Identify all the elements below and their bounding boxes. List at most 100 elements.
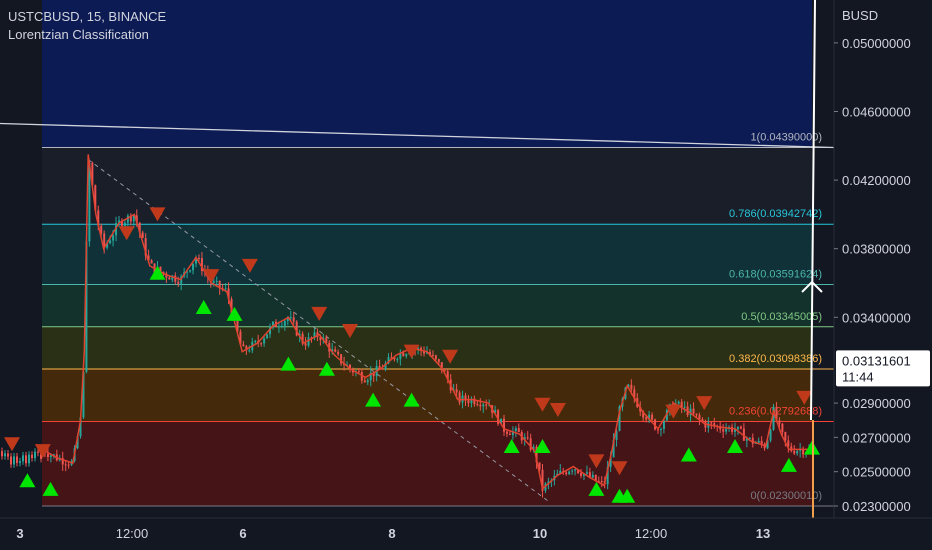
candle-body	[467, 400, 470, 404]
candle-body	[722, 429, 725, 432]
fib-label-0.382: 0.382(0.03098386)	[729, 353, 822, 365]
candle-body	[796, 450, 799, 454]
time-tick-label: 6	[239, 526, 246, 541]
candle-body	[254, 340, 257, 342]
candle-body	[28, 454, 30, 464]
candle-body	[366, 380, 369, 383]
candle-body	[177, 281, 180, 284]
candle-body	[10, 456, 12, 465]
candle-body	[482, 404, 485, 407]
fib-zone-0.236	[42, 421, 812, 506]
candle-body	[34, 451, 36, 459]
candle-body	[283, 320, 286, 326]
candle-body	[662, 420, 665, 429]
price-tick-label: 0.05000000	[842, 36, 911, 51]
candle-body	[568, 471, 571, 475]
candle-body	[263, 338, 266, 344]
fib-label-0: 0(0.02300010)	[750, 490, 822, 502]
candle-body	[725, 428, 728, 432]
symbol-legend: USTCBUSD, 15, BINANCE Lorentzian Classif…	[8, 8, 166, 44]
candle-body	[434, 355, 437, 360]
price-tick-label: 0.03400000	[842, 310, 911, 325]
candle-body	[405, 354, 408, 357]
candle-body	[695, 413, 698, 416]
candle-body	[7, 453, 9, 457]
price-tick-label: 0.02900000	[842, 396, 911, 411]
candle-body	[580, 473, 582, 476]
fib-label-0.618: 0.618(0.03591624)	[729, 268, 822, 280]
candle-body	[16, 456, 18, 463]
candle-body	[67, 464, 70, 466]
candle-body	[13, 456, 15, 465]
candle-body	[292, 317, 295, 322]
candle-body	[731, 426, 734, 432]
fib-label-1: 1(0.04390000)	[750, 132, 822, 144]
candle-body	[574, 469, 577, 471]
candle-body	[683, 406, 686, 408]
candle-body	[381, 368, 384, 370]
candle-body	[736, 426, 739, 430]
candle-body	[514, 428, 517, 432]
candle-body	[337, 351, 340, 355]
price-tick-label: 0.04600000	[842, 104, 911, 119]
candle-body	[508, 433, 511, 435]
candle-body	[517, 428, 520, 433]
time-tick-label: 12:00	[635, 526, 668, 541]
candle-body	[479, 404, 482, 407]
candle-body	[585, 472, 588, 474]
time-tick-label: 13	[756, 526, 770, 541]
candle-body	[781, 423, 784, 433]
candle-body	[212, 281, 215, 283]
candle-body	[277, 326, 280, 328]
candle-body	[748, 437, 751, 439]
candle-body	[334, 349, 337, 352]
candle-body	[476, 404, 479, 406]
candle-body	[266, 334, 269, 339]
candle-body	[757, 440, 760, 443]
candle-body	[630, 384, 633, 390]
chart-root[interactable]: 1(0.04390000) 0.786(0.03942742) 0.618(0.03…	[0, 0, 932, 550]
time-tick-label: 8	[388, 526, 395, 541]
candle-body	[692, 408, 695, 414]
candle-body	[150, 260, 153, 264]
candle-body	[396, 359, 399, 361]
candle-body	[215, 280, 218, 282]
price-tick-label: 0.02700000	[842, 430, 911, 445]
candle-body	[651, 414, 654, 420]
candle-body	[112, 235, 115, 241]
candle-body	[784, 432, 787, 441]
candle-body	[46, 453, 49, 458]
symbol-line[interactable]: USTCBUSD, 15, BINANCE	[8, 8, 166, 26]
countdown-label: 11:44	[842, 369, 874, 384]
candle-body	[168, 277, 171, 280]
candle-body	[790, 446, 793, 451]
fib-zone-0.618	[42, 284, 812, 327]
chart-canvas[interactable]: 1(0.04390000) 0.786(0.03942742) 0.618(0.03…	[0, 0, 932, 550]
price-tick-label: 0.04200000	[842, 173, 911, 188]
candle-body	[289, 317, 292, 319]
candle-body	[197, 257, 200, 259]
candle-body	[458, 392, 461, 403]
candle-body	[778, 420, 781, 424]
candle-body	[769, 429, 772, 441]
candle-body	[505, 431, 508, 434]
candle-body	[64, 464, 67, 466]
candle-body	[25, 455, 27, 464]
candle-body	[455, 389, 458, 393]
candle-body	[260, 343, 263, 345]
candle-body	[31, 454, 33, 459]
candle-body	[4, 453, 6, 457]
candle-body	[739, 426, 742, 429]
last-price-label: 0.03131601	[842, 353, 911, 368]
fib-label-0.5: 0.5(0.03345005)	[741, 311, 822, 323]
indicator-name[interactable]: Lorentzian Classification	[8, 26, 166, 44]
price-tick-label: 0.02300000	[842, 499, 911, 514]
candle-body	[280, 325, 283, 327]
candle-body	[123, 222, 126, 227]
candle-body	[357, 371, 360, 373]
candle-body	[189, 270, 192, 272]
candle-body	[22, 455, 24, 462]
candle-body	[37, 451, 39, 453]
candle-body	[1, 451, 3, 457]
candle-body	[677, 401, 680, 404]
